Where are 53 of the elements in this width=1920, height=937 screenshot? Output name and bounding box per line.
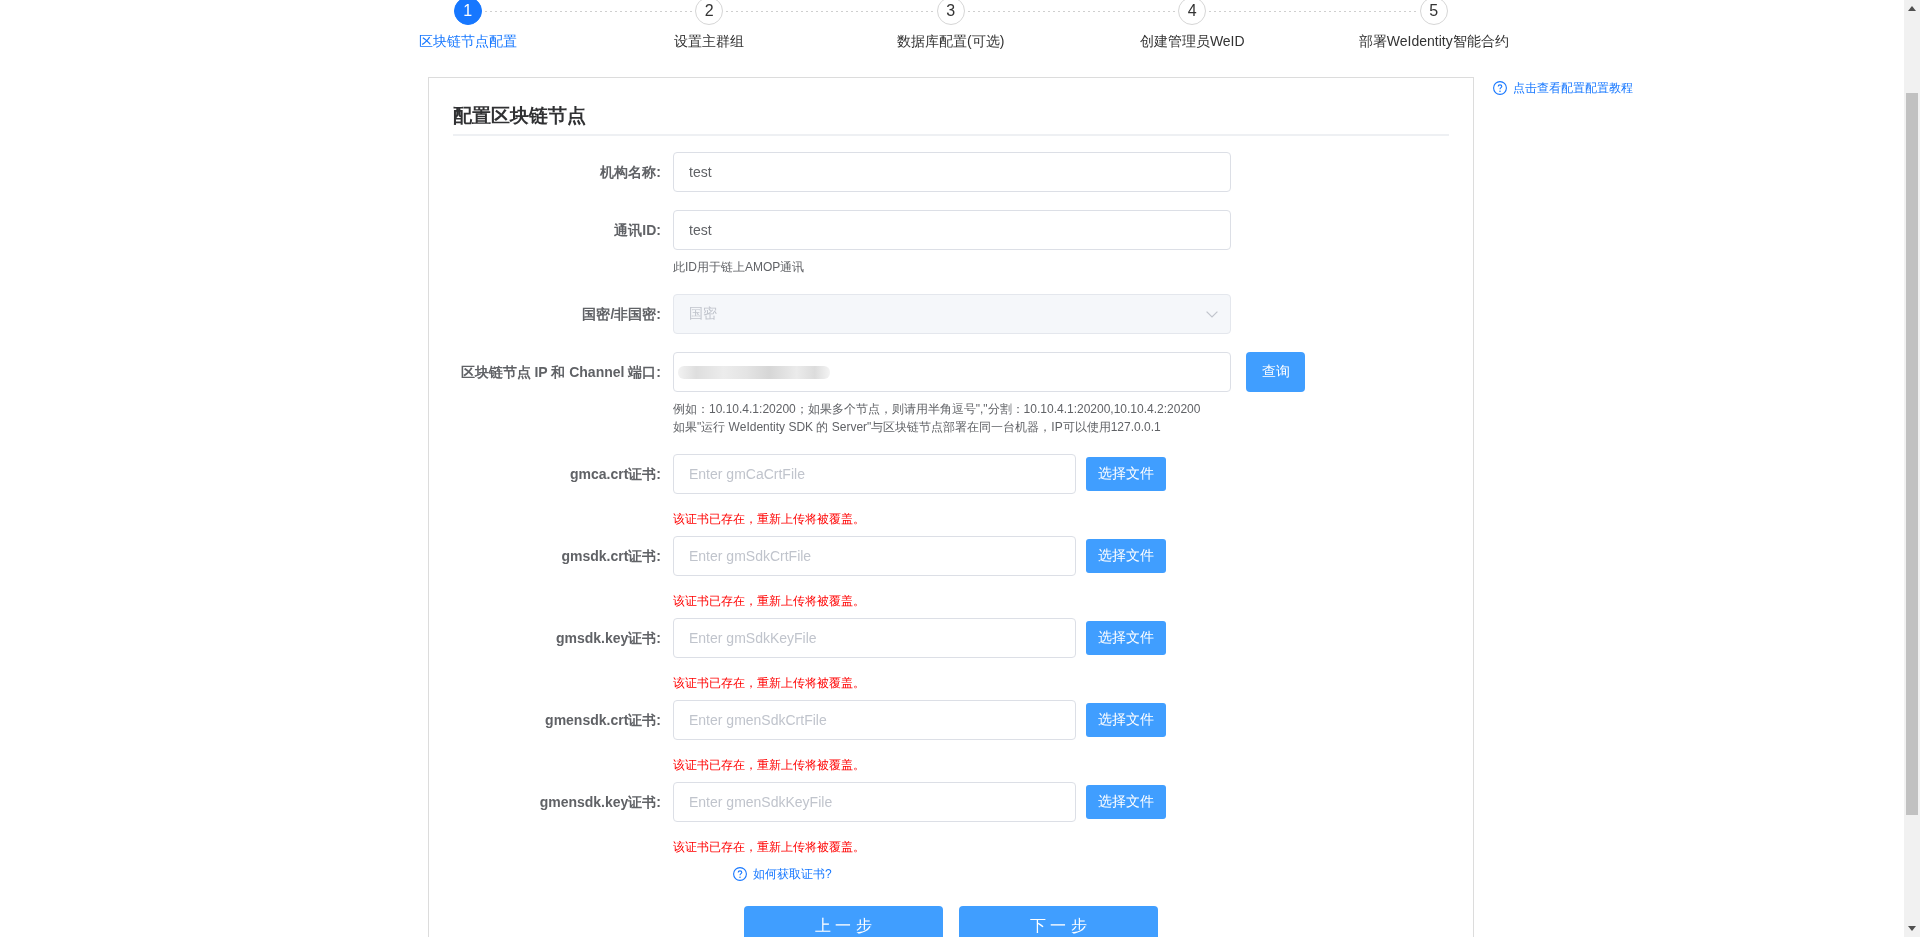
form-title: 配置区块链节点 — [453, 104, 586, 128]
file-path-field[interactable]: Enter gmenSdkCrtFile — [673, 700, 1076, 740]
choose-file-button[interactable]: 选择文件 — [1086, 703, 1166, 737]
file-path-field[interactable]: Enter gmenSdkKeyFile — [673, 782, 1076, 822]
choose-file-button[interactable]: 选择文件 — [1086, 785, 1166, 819]
choose-file-button[interactable]: 选择文件 — [1086, 539, 1166, 573]
help-icon — [733, 867, 747, 881]
field-label: gmsdk.key证书: — [555, 629, 661, 647]
field-label: gmensdk.crt证书: — [545, 711, 661, 729]
text-field[interactable] — [673, 352, 1231, 392]
step-button[interactable]: 下 一 步 — [959, 906, 1158, 937]
error-message: 该证书已存在，重新上传将被覆盖。 — [673, 511, 865, 527]
error-message: 该证书已存在，重新上传将被覆盖。 — [673, 593, 865, 609]
choose-file-button[interactable]: 选择文件 — [1086, 621, 1166, 655]
scrollbar-thumb[interactable] — [1906, 93, 1918, 815]
scroll-down-icon[interactable] — [1908, 926, 1916, 931]
step-number: 3 — [936, 0, 965, 25]
tutorial-link[interactable]: 点击查看配置配置教程 — [1493, 80, 1633, 96]
field-label: 区块链节点 IP 和 Channel 端口: — [460, 363, 661, 381]
file-path-field[interactable]: Enter gmCaCrtFile — [673, 454, 1076, 494]
field-hint: 例如：10.10.4.1:20200；如果多个节点，则请用半角逗号","分割：10.10.4.1:20200,10.10.4.2:20200 — [673, 401, 1201, 417]
field-hint: 如果"运行 WeIdentity SDK 的 Server"与区块链节点部署在同一台机器，IP可以使用127.0.0.1 — [673, 419, 1161, 435]
error-message: 该证书已存在，重新上传将被覆盖。 — [673, 757, 865, 773]
step-label: 数据库配置(可选) — [897, 32, 1005, 51]
step-number: 1 — [453, 0, 482, 25]
field-label: 国密/非国密: — [582, 305, 661, 323]
step-label: 区块链节点配置 — [418, 32, 517, 51]
field-label: gmca.crt证书: — [569, 465, 661, 483]
step-label: 设置主群组 — [674, 32, 745, 51]
field-label: 通讯ID: — [614, 221, 661, 239]
file-path-field[interactable]: Enter gmSdkCrtFile — [673, 536, 1076, 576]
help-link[interactable]: 如何获取证书? — [733, 866, 832, 882]
field-hint: 此ID用于链上AMOP通讯 — [673, 259, 805, 275]
step-number: 5 — [1419, 0, 1448, 25]
scrollbar-track[interactable] — [1904, 0, 1920, 937]
scroll-up-icon[interactable] — [1908, 6, 1916, 11]
text-field[interactable]: test — [673, 210, 1231, 250]
field-label: gmsdk.crt证书: — [561, 547, 661, 565]
query-button[interactable]: 查询 — [1246, 352, 1305, 392]
step-label: 部署WeIdentity智能合约 — [1358, 32, 1509, 51]
field-label: gmensdk.key证书: — [539, 793, 661, 811]
error-message: 该证书已存在，重新上传将被覆盖。 — [673, 839, 865, 855]
caret-icon — [1206, 310, 1218, 318]
help-icon — [1493, 81, 1507, 95]
text-field[interactable]: test — [673, 152, 1231, 192]
step-number: 4 — [1178, 0, 1207, 25]
step-button[interactable]: 上 一 步 — [744, 906, 943, 937]
file-path-field[interactable]: Enter gmSdkKeyFile — [673, 618, 1076, 658]
field-label: 机构名称: — [600, 163, 661, 181]
error-message: 该证书已存在，重新上传将被覆盖。 — [673, 675, 865, 691]
step-label: 创建管理员WeID — [1139, 32, 1245, 51]
choose-file-button[interactable]: 选择文件 — [1086, 457, 1166, 491]
step-number: 2 — [695, 0, 724, 25]
